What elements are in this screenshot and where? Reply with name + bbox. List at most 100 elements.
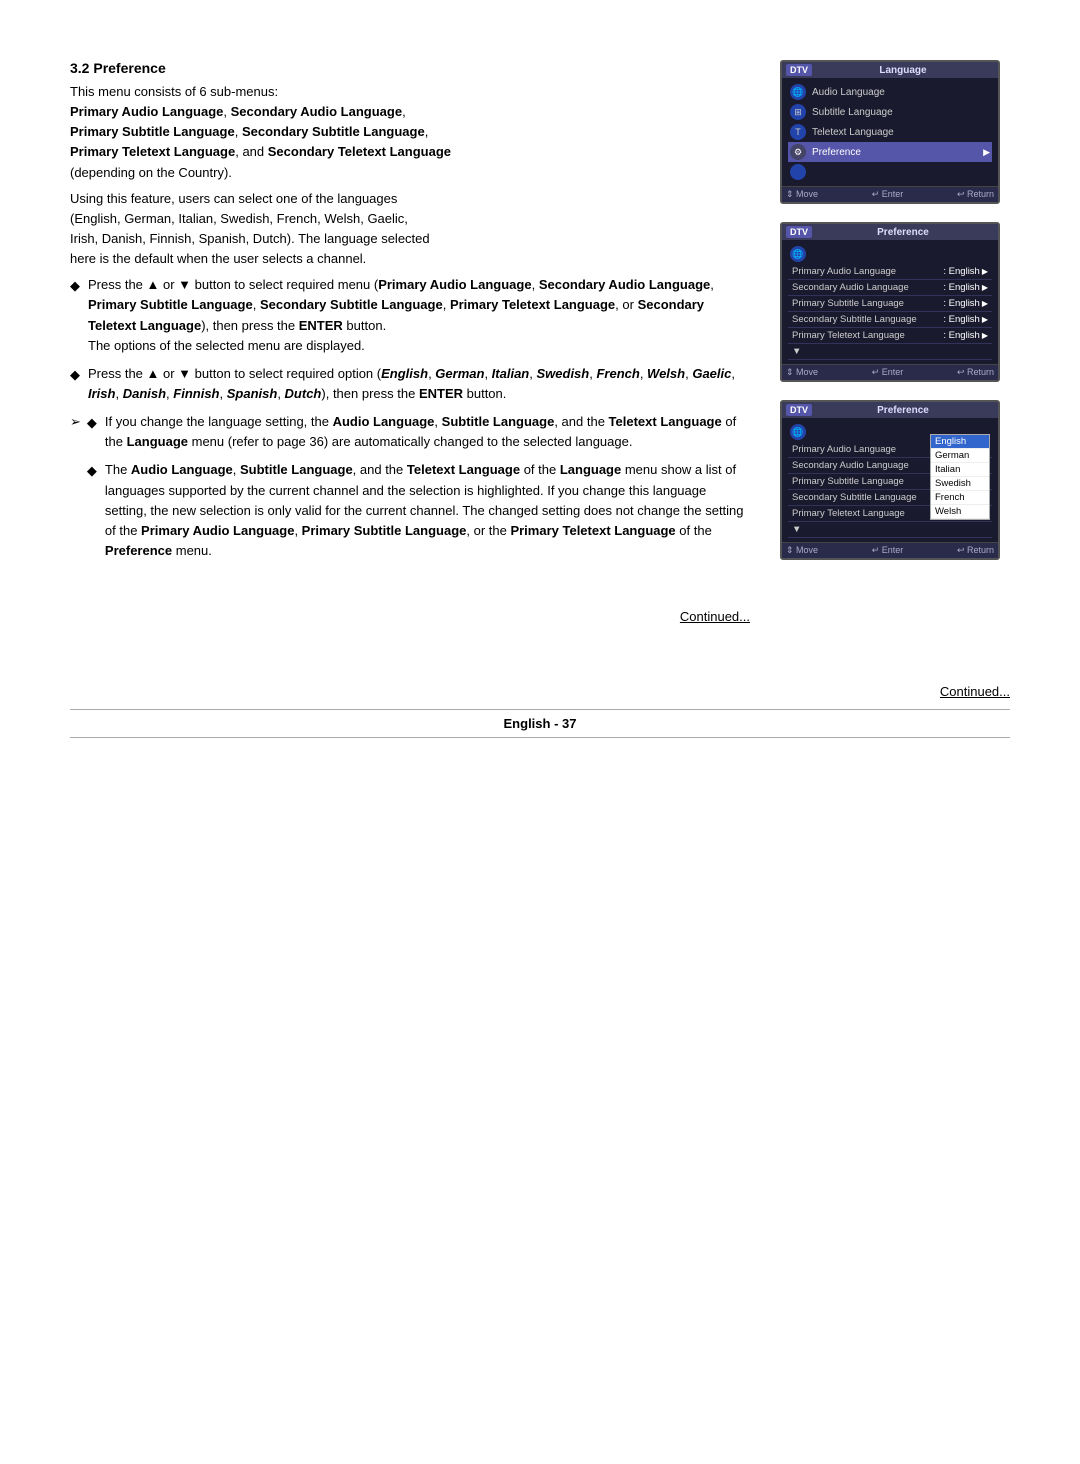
sub-content-1: If you change the language setting, the …: [105, 412, 750, 452]
arrow-item-1: ➢ ◆ If you change the language setting, …: [70, 412, 750, 569]
sub-bullet-2: ◆ The Audio Language, Subtitle Language,…: [87, 460, 750, 561]
osd-footer-1: ⇕ Move ↵ Enter ↩ Return: [782, 186, 998, 202]
sub-bullet-list: ◆ If you change the language setting, th…: [87, 412, 750, 561]
bullet-item-1: ◆ Press the ▲ or ▼ button to select requ…: [70, 275, 750, 356]
sub-diamond-1: ◆: [87, 413, 97, 433]
feature-description: Using this feature, users can select one…: [70, 189, 750, 270]
section-heading: 3.2 Preference: [70, 60, 750, 76]
diamond-icon-1: ◆: [70, 276, 80, 296]
row2-value-5: : English ▶: [943, 330, 988, 341]
row2-label-4: Secondary Subtitle Language: [792, 314, 917, 325]
osd-item-audio-lang: 🌐 Audio Language: [788, 82, 992, 102]
osd-label-audio: Audio Language: [812, 87, 885, 98]
row2-label-5: Primary Teletext Language: [792, 330, 905, 341]
osd-row3-down: ▼: [788, 522, 992, 538]
bullet-content-2: Press the ▲ or ▼ button to select requir…: [88, 364, 750, 404]
row2-arrow-1: ▶: [982, 267, 988, 276]
row2-value-2: : English ▶: [943, 282, 988, 293]
footer-move-2: ⇕ Move: [786, 367, 818, 378]
osd-row2-3: Primary Subtitle Language : English ▶: [788, 296, 992, 312]
footer-enter-2: ↵ Enter: [872, 367, 904, 378]
pref-arrow-icon: ▶: [983, 147, 990, 158]
icon3-1: 🌐: [790, 424, 806, 440]
osd-label-preference: Preference: [812, 147, 861, 158]
osd-body-3: 🌐 Primary Audio Language Secondary Audio…: [782, 418, 998, 542]
osd-body-2: 🌐 Primary Audio Language : English ▶ Sec…: [782, 240, 998, 364]
dtv-label-1: DTV: [786, 64, 812, 76]
osd-panel-1: DTV Language 🌐 Audio Language ⊞ Subtitle…: [780, 60, 1000, 204]
bullet-content-1: Press the ▲ or ▼ button to select requir…: [88, 275, 750, 356]
footer-return-1: ↩ Return: [957, 189, 994, 200]
osd-title-bar-1: DTV Language: [782, 62, 998, 78]
dd-item-swedish[interactable]: Swedish: [931, 477, 989, 491]
footer-enter-1: ↵ Enter: [872, 189, 904, 200]
arrow-content-1: ◆ If you change the language setting, th…: [87, 412, 750, 569]
arrow-section: ➢ ◆ If you change the language setting, …: [70, 412, 750, 569]
teletext-icon: T: [790, 124, 806, 140]
dd-item-italian[interactable]: Italian: [931, 463, 989, 477]
sub-content-2: The Audio Language, Subtitle Language, a…: [105, 460, 750, 561]
row2-arrow-4: ▶: [982, 315, 988, 324]
section-number: 3.2: [70, 60, 93, 76]
dtv-label-2: DTV: [786, 226, 812, 238]
bullet-list: ◆ Press the ▲ or ▼ button to select requ…: [70, 275, 750, 404]
row3-label-3: Primary Subtitle Language: [792, 476, 904, 487]
globe-icon: 🌐: [790, 84, 806, 100]
footer-move-3: ⇕ Move: [786, 545, 818, 556]
pref-icon: ⚙: [790, 144, 806, 160]
row3-label-5: Primary Teletext Language: [792, 508, 905, 519]
row2-arrow-2: ▶: [982, 283, 988, 292]
dtv-label-3: DTV: [786, 404, 812, 416]
dropdown-list: English German Italian Swedish French We…: [930, 434, 990, 520]
footer-move-1: ⇕ Move: [786, 189, 818, 200]
row2-arrow-5: ▶: [982, 331, 988, 340]
bullet-item-2: ◆ Press the ▲ or ▼ button to select requ…: [70, 364, 750, 404]
arrow-symbol: ➢: [70, 412, 81, 432]
dd-item-welsh[interactable]: Welsh: [931, 505, 989, 519]
right-column: DTV Language 🌐 Audio Language ⊞ Subtitle…: [780, 60, 1010, 568]
page-footer: Continued...: [70, 609, 750, 644]
osd-row2-down: ▼: [788, 344, 992, 360]
row3-label-4: Secondary Subtitle Language: [792, 492, 917, 503]
osd-item-preference: ⚙ Preference ▶: [788, 142, 992, 162]
down-arrow-3: ▼: [792, 524, 801, 535]
osd-panel-3: DTV Preference 🌐 Primary Audio Language …: [780, 400, 1000, 560]
row2-arrow-3: ▶: [982, 299, 988, 308]
bottom-bar: English - 37: [70, 709, 1010, 738]
osd-row2-1: Primary Audio Language : English ▶: [788, 264, 992, 280]
osd-row2-4: Secondary Subtitle Language : English ▶: [788, 312, 992, 328]
subtitle-icon: ⊞: [790, 104, 806, 120]
paren-text: (depending on the Country).: [70, 165, 232, 180]
row2-value-3: : English ▶: [943, 298, 988, 309]
osd-footer-3: ⇕ Move ↵ Enter ↩ Return: [782, 542, 998, 558]
dd-item-english[interactable]: English: [931, 435, 989, 449]
footer-return-3: ↩ Return: [957, 545, 994, 556]
page-content: 3.2 Preference This menu consists of 6 s…: [70, 60, 1010, 644]
osd-title-bar-3: DTV Preference: [782, 402, 998, 418]
panel1-title: Language: [812, 65, 994, 76]
osd-panel-2: DTV Preference 🌐 Primary Audio Language …: [780, 222, 1000, 382]
row3-label-1: Primary Audio Language: [792, 444, 896, 455]
row2-label-2: Secondary Audio Language: [792, 282, 909, 293]
dd-item-french[interactable]: French: [931, 491, 989, 505]
continued-text: Continued...: [680, 609, 750, 624]
osd-body-1: 🌐 Audio Language ⊞ Subtitle Language T T…: [782, 78, 998, 186]
osd-label-subtitle: Subtitle Language: [812, 107, 893, 118]
dd-item-german[interactable]: German: [931, 449, 989, 463]
footer-return-2: ↩ Return: [957, 367, 994, 378]
row2-value-1: : English ▶: [943, 266, 988, 277]
osd-row2-5: Primary Teletext Language : English ▶: [788, 328, 992, 344]
blank-icon-1: [790, 164, 806, 180]
osd-item-teletext-lang: T Teletext Language: [788, 122, 992, 142]
sub-diamond-2: ◆: [87, 461, 97, 481]
row2-label-1: Primary Audio Language: [792, 266, 896, 277]
section-title: Preference: [93, 60, 165, 76]
osd-label-teletext: Teletext Language: [812, 127, 894, 138]
sub-bullet-1: ◆ If you change the language setting, th…: [87, 412, 750, 452]
osd-item-blank1: [788, 162, 992, 182]
row2-value-4: : English ▶: [943, 314, 988, 325]
diamond-icon-2: ◆: [70, 365, 80, 385]
intro-text: This menu consists of 6 sub-menus: Prima…: [70, 82, 750, 183]
osd-footer-2: ⇕ Move ↵ Enter ↩ Return: [782, 364, 998, 380]
continued-label: Continued...: [940, 684, 1010, 699]
